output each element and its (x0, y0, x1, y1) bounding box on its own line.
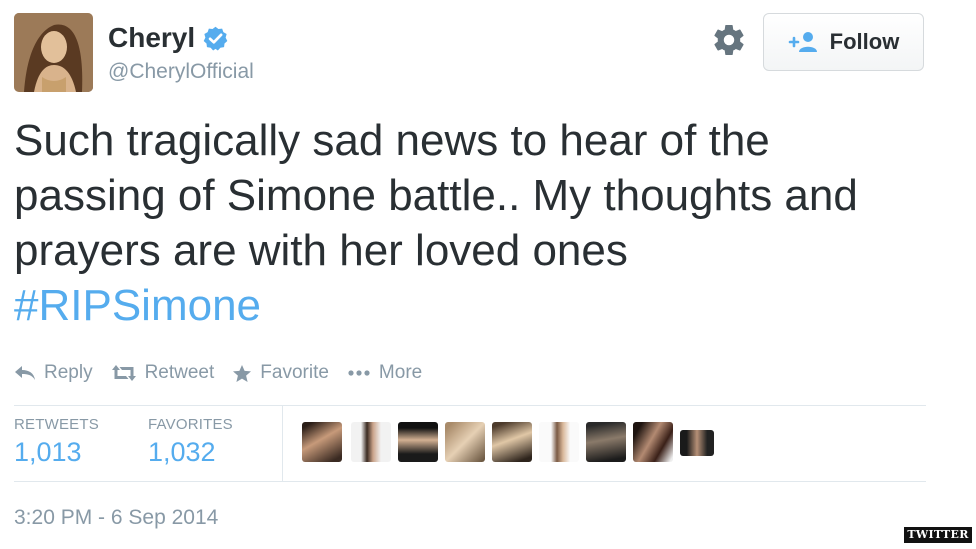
star-icon (233, 364, 252, 382)
more-label: More (378, 362, 423, 383)
avatar-photo (14, 13, 93, 92)
retweet-label: Retweet (144, 362, 215, 383)
tweet-text-line: passing of Simone battle.. My thoughts a… (14, 171, 858, 220)
retweets-count[interactable]: 1,013 (14, 437, 99, 468)
favorites-stat[interactable]: FAVORITES 1,032 (148, 416, 233, 468)
tweet-text-line: prayers are with her loved ones (14, 226, 628, 275)
user-avatar[interactable] (633, 422, 673, 462)
author-handle[interactable]: @CherylOfficial (108, 60, 254, 84)
user-avatar[interactable] (539, 422, 579, 462)
follow-button[interactable]: Follow (763, 13, 924, 71)
stats-separator (282, 406, 283, 481)
reply-button[interactable]: Reply (14, 362, 93, 384)
user-avatar[interactable] (445, 422, 485, 462)
favorite-button[interactable]: Favorite (232, 362, 329, 384)
user-avatar[interactable] (302, 422, 342, 462)
retweet-button[interactable]: Retweet (111, 362, 215, 384)
retweet-icon (111, 365, 136, 381)
add-user-icon (788, 32, 817, 52)
retweets-stat[interactable]: RETWEETS 1,013 (14, 416, 99, 468)
user-avatar[interactable] (586, 422, 626, 462)
reply-icon (15, 366, 35, 380)
verified-badge-icon (203, 26, 228, 51)
user-avatar[interactable] (351, 422, 391, 462)
retweets-label: RETWEETS (14, 416, 99, 433)
favorites-count[interactable]: 1,032 (148, 437, 233, 468)
gear-icon[interactable] (711, 22, 747, 58)
author-display-name[interactable]: Cheryl (108, 22, 195, 54)
avatar[interactable] (14, 13, 93, 92)
favorites-label: FAVORITES (148, 416, 233, 433)
tweet-actions: Reply Retweet Favorite More (14, 360, 440, 386)
reply-label: Reply (44, 362, 93, 383)
more-dots-icon (348, 370, 370, 376)
user-avatar[interactable] (680, 430, 714, 456)
user-avatar[interactable] (492, 422, 532, 462)
more-button[interactable]: More (347, 362, 422, 384)
follow-label: Follow (829, 29, 900, 54)
source-watermark: TWITTER (904, 527, 972, 543)
tweet-text-line: Such tragically sad news to hear of the (14, 116, 770, 165)
tweet-text: Such tragically sad news to hear of the … (14, 113, 954, 333)
user-avatar[interactable] (398, 422, 438, 462)
tweet-timestamp[interactable]: 3:20 PM - 6 Sep 2014 (14, 506, 218, 530)
author-name-row[interactable]: Cheryl (108, 22, 229, 54)
hashtag-link[interactable]: #RIPSimone (14, 278, 954, 333)
divider (14, 481, 926, 482)
favorite-label: Favorite (260, 362, 329, 383)
